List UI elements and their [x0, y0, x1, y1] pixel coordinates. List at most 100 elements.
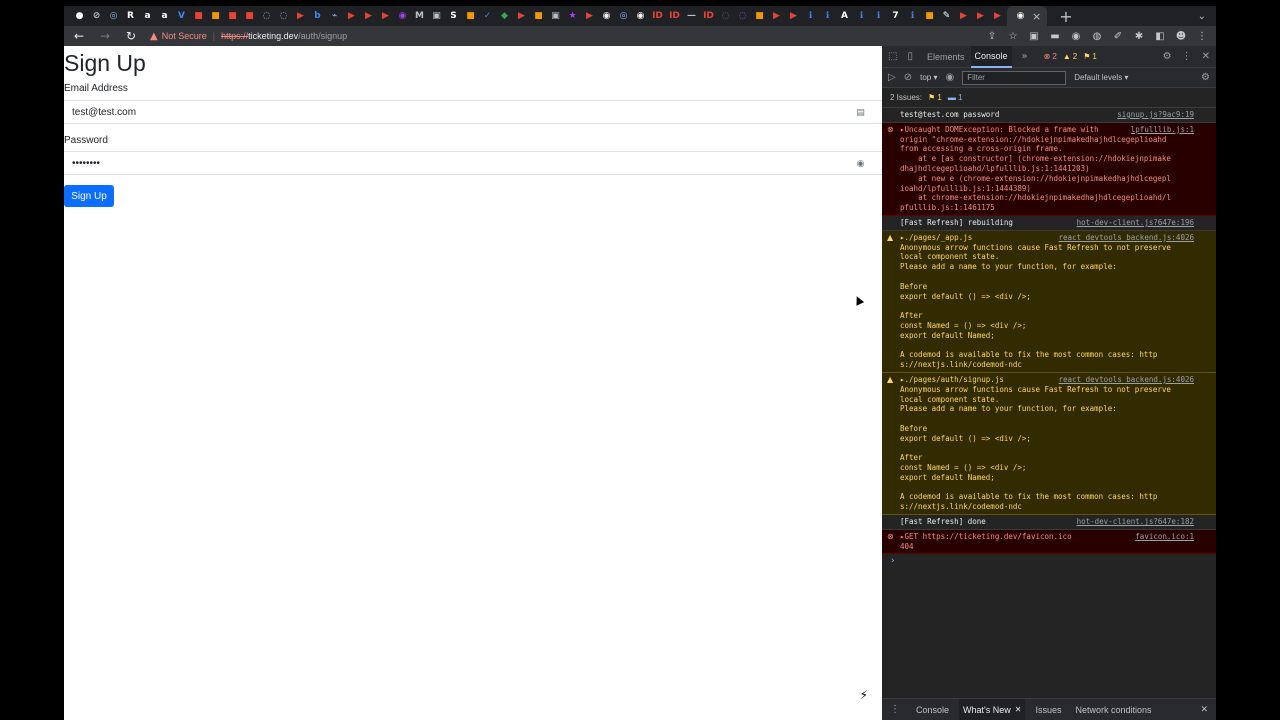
message-source-link[interactable]: favicon.ico:1 — [1135, 532, 1194, 542]
issues-warning[interactable]: ⚑ 1 — [928, 93, 942, 102]
tab-favicon-icon[interactable]: ■ — [463, 9, 478, 23]
message-source-link[interactable]: react_devtools_backend.js:4026 — [1059, 375, 1194, 385]
tab-favicon-icon[interactable]: A — [837, 9, 852, 23]
console-prompt[interactable]: › — [882, 554, 1216, 568]
tab-favicon-icon[interactable]: ■ — [191, 9, 206, 23]
tab-favicon-icon[interactable]: ID — [667, 9, 682, 23]
sidebar-icon[interactable]: ◧ — [1154, 30, 1166, 42]
tab-favicon-icon[interactable]: ■ — [922, 9, 937, 23]
tab-favicon-icon[interactable]: ✎ — [939, 9, 954, 23]
drawer-tab-issues[interactable]: Issues — [1031, 699, 1065, 720]
tab-favicon-icon[interactable]: V — [174, 9, 189, 23]
error-count[interactable]: ⊗ 2 — [1044, 52, 1057, 61]
drawer-tab-network-conditions[interactable]: Network conditions — [1071, 699, 1155, 720]
share-icon[interactable]: ⇪ — [986, 30, 998, 42]
console-message-error[interactable]: ⊗ favicon.ico:1 ▸GET https://ticketing.dev… — [882, 529, 1216, 555]
drawer-tab-console[interactable]: Console — [912, 699, 953, 720]
tab-favicon-icon[interactable]: a — [157, 9, 172, 23]
message-source-link[interactable]: react_devtools_backend.js:4026 — [1059, 233, 1194, 243]
active-tab[interactable]: ◉ × — [1007, 6, 1048, 26]
forward-button[interactable]: → — [98, 29, 112, 43]
tab-favicon-icon[interactable]: ▣ — [548, 9, 563, 23]
console-message-log[interactable]: signup.js?9ac9:19 test@test.com password — [882, 108, 1216, 123]
tab-favicon-icon[interactable]: ◌ — [735, 9, 750, 23]
tab-favicon-icon[interactable]: ◉ — [599, 9, 614, 23]
message-source-link[interactable]: hot-dev-client.js?647e:182 — [1077, 517, 1194, 527]
tab-favicon-icon[interactable]: ◉ — [633, 9, 648, 23]
tab-favicon-icon[interactable]: ⌁ — [327, 9, 342, 23]
message-source-link[interactable]: signup.js?9ac9:19 — [1117, 110, 1194, 120]
more-tabs-icon[interactable]: » — [1022, 51, 1028, 62]
tab-favicon-icon[interactable]: ID — [650, 9, 665, 23]
tab-favicon-icon[interactable]: b — [310, 9, 325, 23]
tab-favicon-icon[interactable]: ⊘ — [89, 9, 104, 23]
sign-up-button[interactable]: Sign Up — [64, 185, 114, 207]
tab-favicon-icon[interactable]: ℹ — [905, 9, 920, 23]
tab-favicon-icon[interactable]: ■ — [752, 9, 767, 23]
console-message-warn[interactable]: ▲ react_devtools_backend.js:4026 ▸./pages/… — [882, 372, 1216, 516]
tab-favicon-icon[interactable]: ▶ — [990, 9, 1005, 23]
tab-favicon-icon[interactable]: ■ — [225, 9, 240, 23]
tab-favicon-icon[interactable]: ▣ — [429, 9, 444, 23]
tab-favicon-icon[interactable]: ▶ — [378, 9, 393, 23]
devtools-tab-console[interactable]: Console — [970, 46, 1012, 68]
tab-favicon-icon[interactable]: ■ — [531, 9, 546, 23]
tab-favicon-icon[interactable]: ◌ — [259, 9, 274, 23]
password-manager-icon[interactable]: ◉ — [855, 158, 866, 169]
message-source-link[interactable]: hot-dev-client.js?647e:196 — [1077, 218, 1194, 228]
clear-console-icon[interactable]: ⊘ — [904, 72, 912, 83]
extension-circle-icon[interactable]: ◉ — [1070, 30, 1082, 42]
email-field[interactable]: test@test.com ▤ — [64, 100, 882, 124]
console-message-log[interactable]: hot-dev-client.js?647e:196 [Fast Refresh]… — [882, 215, 1216, 231]
password-field[interactable]: •••••••• ◉ — [64, 151, 882, 175]
console-message-log[interactable]: hot-dev-client.js?647e:182 [Fast Refresh]… — [882, 515, 1216, 530]
extension-lastpass-icon[interactable]: ▬ — [1049, 30, 1061, 42]
customize-kebab-icon[interactable]: ⋮ — [1182, 51, 1192, 62]
tab-favicon-icon[interactable]: ▶ — [956, 9, 971, 23]
warning-count[interactable]: ▲ 2 — [1063, 52, 1077, 61]
tab-favicon-icon[interactable]: S — [446, 9, 461, 23]
tab-favicon-icon[interactable]: ✓ — [480, 9, 495, 23]
devtools-counters[interactable]: ⊗ 2 ▲ 2 ⚑ 1 — [1044, 52, 1097, 61]
tab-favicon-icon[interactable]: R — [123, 9, 138, 23]
tab-favicon-icon[interactable]: ◉ — [395, 9, 410, 23]
tab-favicon-icon[interactable]: ▶ — [973, 9, 988, 23]
tab-favicon-icon[interactable]: M — [412, 9, 427, 23]
console-settings-icon[interactable]: ⚙ — [1201, 72, 1210, 83]
warning-triangle-icon[interactable]: ▲ — [150, 31, 158, 42]
tab-favicon-icon[interactable]: ℹ — [820, 9, 835, 23]
tab-favicon-icon[interactable]: ◆ — [497, 9, 512, 23]
tab-favicon-icon[interactable]: ▶ — [514, 9, 529, 23]
console-message-warn[interactable]: ▲ react_devtools_backend.js:4026 ▸./pages/… — [882, 230, 1216, 373]
show-sidebar-icon[interactable]: ▷ — [888, 72, 896, 83]
reload-button[interactable]: ↻ — [124, 29, 138, 43]
drawer-tab-close-icon[interactable]: ✕ — [1015, 705, 1022, 714]
device-toolbar-icon[interactable]: ▯ — [907, 51, 913, 62]
console-filter-input[interactable] — [962, 70, 1067, 85]
tab-search-icon[interactable]: ⌄ — [1198, 11, 1206, 22]
live-expression-eye-icon[interactable]: ◉ — [945, 72, 954, 83]
nextjs-prerender-indicator-icon[interactable]: ⚡ — [860, 688, 868, 702]
extension-pen-icon[interactable]: ✐ — [1112, 30, 1124, 42]
tab-favicon-icon[interactable]: ▶ — [769, 9, 784, 23]
tab-favicon-icon[interactable]: ■ — [242, 9, 257, 23]
tab-favicon-icon[interactable]: 7 — [888, 9, 903, 23]
settings-gear-icon[interactable]: ⚙ — [1163, 51, 1172, 62]
tab-favicon-icon[interactable]: — — [684, 9, 699, 23]
tab-favicon-icon[interactable]: ▶ — [293, 9, 308, 23]
tab-favicon-icon[interactable]: ℹ — [854, 9, 869, 23]
drawer-menu-icon[interactable]: ⋮ — [890, 704, 900, 715]
tab-favicon-icon[interactable]: ▶ — [786, 9, 801, 23]
tab-favicon-icon[interactable]: ■ — [208, 9, 223, 23]
tab-favicon-icon[interactable]: ▶ — [582, 9, 597, 23]
profile-icon[interactable]: ☻ — [1175, 30, 1187, 42]
extension-red-icon[interactable]: ▣ — [1028, 30, 1040, 42]
tab-favicon-icon[interactable]: ℹ — [803, 9, 818, 23]
devtools-tab-elements[interactable]: Elements — [923, 46, 969, 68]
extensions-puzzle-icon[interactable]: ✱ — [1133, 30, 1145, 42]
issues-bar[interactable]: 2 Issues: ⚑ 1 ▬ 1 — [882, 88, 1216, 108]
tab-favicon-icon[interactable]: a — [140, 9, 155, 23]
tab-favicon-icon[interactable]: ▶ — [344, 9, 359, 23]
tab-favicon-icon[interactable]: ◎ — [106, 9, 121, 23]
bookmark-star-icon[interactable]: ☆ — [1007, 30, 1019, 42]
